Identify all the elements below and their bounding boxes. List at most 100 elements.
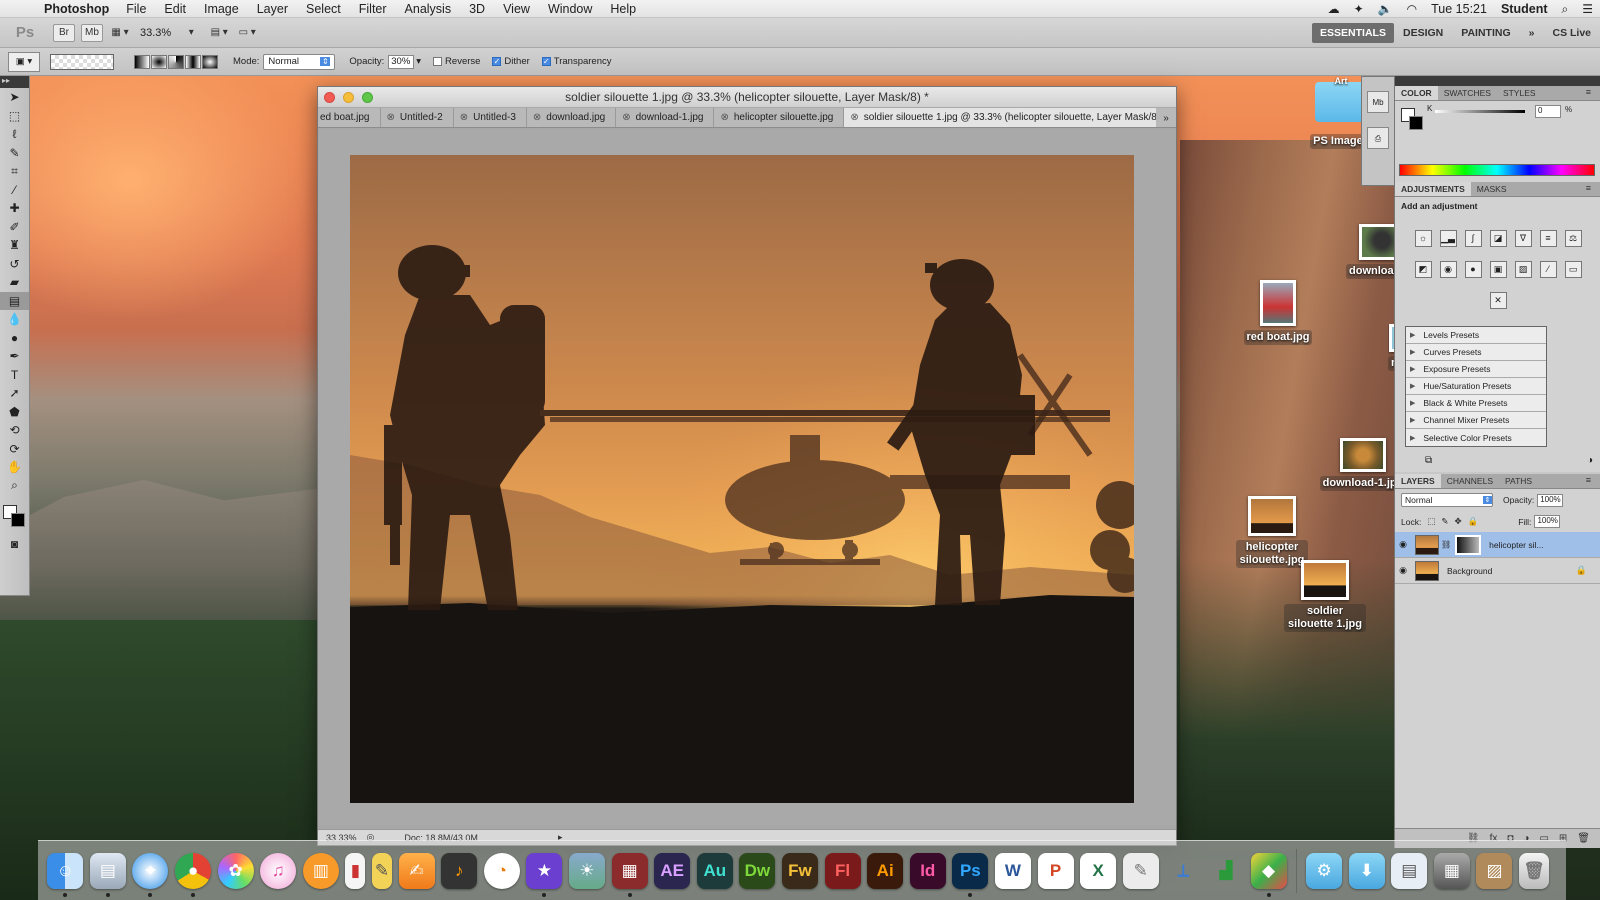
dock-documents-icon[interactable]: ▤ <box>1391 852 1428 889</box>
curves-icon[interactable]: ∫ <box>1464 230 1482 247</box>
lock-position-icon[interactable]: ✥ <box>1454 516 1461 527</box>
dock-audition-icon[interactable]: Au <box>696 852 733 889</box>
dock-powerpoint-icon[interactable]: P <box>1037 852 1074 889</box>
document-titlebar[interactable]: soldier silouette 1.jpg @ 33.3% (helicop… <box>318 87 1176 108</box>
blend-mode-select[interactable]: Normal ⇕ <box>1401 493 1493 507</box>
history-panel-icon[interactable]: ⎙ <box>1367 127 1389 149</box>
tab-swatches[interactable]: SWATCHES <box>1438 86 1497 100</box>
dock-dreamweaver-icon[interactable]: Dw <box>739 852 776 889</box>
preset-black-white[interactable]: ▶ Black & White Presets <box>1406 395 1546 412</box>
dock-safari-icon[interactable]: ⌖ <box>132 852 169 897</box>
dock-script-editor-icon[interactable]: ✎ <box>1122 852 1159 889</box>
move-tool-icon[interactable]: ➤ <box>0 88 29 107</box>
panel-menu-icon[interactable]: ≡ <box>1580 183 1597 193</box>
panel-menu-icon[interactable]: ≡ <box>1580 475 1597 485</box>
desktop-icon-red-boat[interactable]: red boat.jpg <box>1236 280 1320 345</box>
color-balance-icon[interactable]: ⚖ <box>1564 230 1582 247</box>
mini-bridge-panel-icon[interactable]: Mb <box>1367 91 1389 113</box>
dock-texture-stack-icon[interactable]: ▨ <box>1476 852 1513 889</box>
preset-hue-saturation[interactable]: ▶ Hue/Saturation Presets <box>1406 378 1546 395</box>
dock-photos-icon[interactable]: ✿ <box>217 852 254 889</box>
tab-paths[interactable]: PATHS <box>1499 474 1538 488</box>
artwork-image[interactable] <box>350 155 1134 803</box>
color-spectrum-bar[interactable] <box>1399 164 1595 176</box>
crop-tool-icon[interactable]: ⌗ <box>0 162 29 181</box>
dock-preview-icon[interactable]: ▤ <box>89 852 126 897</box>
close-tab-icon[interactable]: ⊗ <box>387 112 395 123</box>
visibility-eye-icon[interactable]: ◉ <box>1395 565 1411 576</box>
threshold-icon[interactable]: ⁄ <box>1539 261 1557 278</box>
transparency-checkbox[interactable]: ✓ Transparency <box>541 56 612 67</box>
tab-masks[interactable]: MASKS <box>1471 182 1513 196</box>
tab-red-boat[interactable]: ed boat.jpg <box>318 108 381 127</box>
pen-tool-icon[interactable]: ✒ <box>0 347 29 366</box>
preset-channel-mixer[interactable]: ▶ Channel Mixer Presets <box>1406 412 1546 429</box>
dock-illustrator-icon[interactable]: Ai <box>867 852 904 889</box>
dock-after-effects-icon[interactable]: AE <box>654 852 691 889</box>
posterize-icon[interactable]: ▨ <box>1514 261 1532 278</box>
quick-mask-icon[interactable]: ◙ <box>0 535 29 554</box>
blur-tool-icon[interactable]: 💧 <box>0 310 29 329</box>
shape-tool-icon[interactable]: ⬟ <box>0 403 29 422</box>
background-color-swatch[interactable] <box>11 513 25 527</box>
exposure-icon[interactable]: ◪ <box>1489 230 1507 247</box>
3d-orbit-tool-icon[interactable]: ⟳ <box>0 440 29 459</box>
3d-rotate-tool-icon[interactable]: ⟲ <box>0 421 29 440</box>
zoom-level[interactable]: 33.3% <box>140 27 171 39</box>
gradient-map-icon[interactable]: ▭ <box>1564 261 1582 278</box>
notification-center-icon[interactable]: ☰ <box>1575 2 1600 16</box>
mode-select[interactable]: Normal ⇕ <box>263 53 336 70</box>
dock-word-icon[interactable]: W <box>994 852 1031 889</box>
dock-imovie-icon[interactable]: ★ <box>526 852 563 897</box>
lock-all-icon[interactable]: 🔒 <box>1468 516 1479 527</box>
preset-selective-color[interactable]: ▶ Selective Color Presets <box>1406 429 1546 446</box>
fill-input[interactable]: 100% <box>1534 515 1561 528</box>
visibility-eye-icon[interactable]: ◉ <box>1395 539 1411 550</box>
desktop-icon-helicopter[interactable]: helicopter silouette.jpg <box>1236 496 1308 568</box>
clock[interactable]: Tue 15:21 <box>1424 2 1494 16</box>
preset-exposure[interactable]: ▶ Exposure Presets <box>1406 361 1546 378</box>
tab-color[interactable]: COLOR <box>1395 86 1438 100</box>
view-extras-button[interactable]: ▦ ▾ <box>109 24 131 42</box>
tab-download[interactable]: ⊗ download.jpg <box>527 108 617 127</box>
levels-icon[interactable]: ▁▃ <box>1439 230 1457 247</box>
menu-view[interactable]: View <box>494 2 539 16</box>
brush-tool-icon[interactable]: ✐ <box>0 218 29 237</box>
menu-window[interactable]: Window <box>539 2 601 16</box>
gradient-picker[interactable] <box>50 53 114 70</box>
workspace-design[interactable]: DESIGN <box>1394 27 1452 39</box>
layer-mask-link-icon[interactable]: ⛓ <box>1441 540 1451 549</box>
tool-preset-picker[interactable]: ▣ ▾ <box>8 51 40 72</box>
menu-3d[interactable]: 3D <box>460 2 494 16</box>
workspace-overflow[interactable]: » <box>1520 27 1544 39</box>
dock-finder-icon[interactable]: ☺ <box>47 852 84 897</box>
wifi-icon[interactable]: ◠ <box>1400 2 1424 16</box>
dock-ibooks-icon[interactable]: ▥ <box>302 852 339 889</box>
dock-downloads-icon[interactable]: ⬇ <box>1348 852 1385 889</box>
selective-color-icon[interactable]: ✕ <box>1489 292 1507 309</box>
dock-photoshop-icon[interactable]: Ps <box>952 852 989 897</box>
spotlight-icon[interactable]: ⌕ <box>1555 2 1576 17</box>
lock-image-icon[interactable]: ✎ <box>1441 516 1448 527</box>
tools-grip[interactable]: ▸▸ <box>0 76 29 88</box>
radial-gradient-button[interactable] <box>151 54 167 69</box>
menu-edit[interactable]: Edit <box>155 2 195 16</box>
hand-tool-icon[interactable]: ✋ <box>0 458 29 477</box>
opacity-input[interactable]: 30% <box>388 54 415 69</box>
eyedropper-tool-icon[interactable]: ⁄ <box>0 181 29 200</box>
channel-mixer-icon[interactable]: ● <box>1464 261 1482 278</box>
layer-row[interactable]: ◉ Background 🔒 <box>1395 558 1600 584</box>
user-menu[interactable]: Student <box>1494 2 1555 16</box>
color-background-swatch[interactable] <box>1409 116 1423 130</box>
layer-opacity-input[interactable]: 100% <box>1537 493 1564 507</box>
cs-live-button[interactable]: CS Live <box>1543 27 1600 39</box>
tab-styles[interactable]: STYLES <box>1497 86 1542 100</box>
dock-iphoto-icon[interactable]: ☀ <box>569 852 606 889</box>
vibrance-icon[interactable]: ∇ <box>1514 230 1532 247</box>
k-slider[interactable] <box>1435 110 1525 113</box>
dock-trash-icon[interactable]: 🗑 <box>1519 852 1550 889</box>
arrange-documents-button[interactable]: ▤ ▾ <box>208 24 230 42</box>
lock-transparent-icon[interactable]: ⬚ <box>1427 516 1435 527</box>
dock-filemerge-icon[interactable]: ▦ <box>611 852 648 897</box>
menu-image[interactable]: Image <box>195 2 248 16</box>
